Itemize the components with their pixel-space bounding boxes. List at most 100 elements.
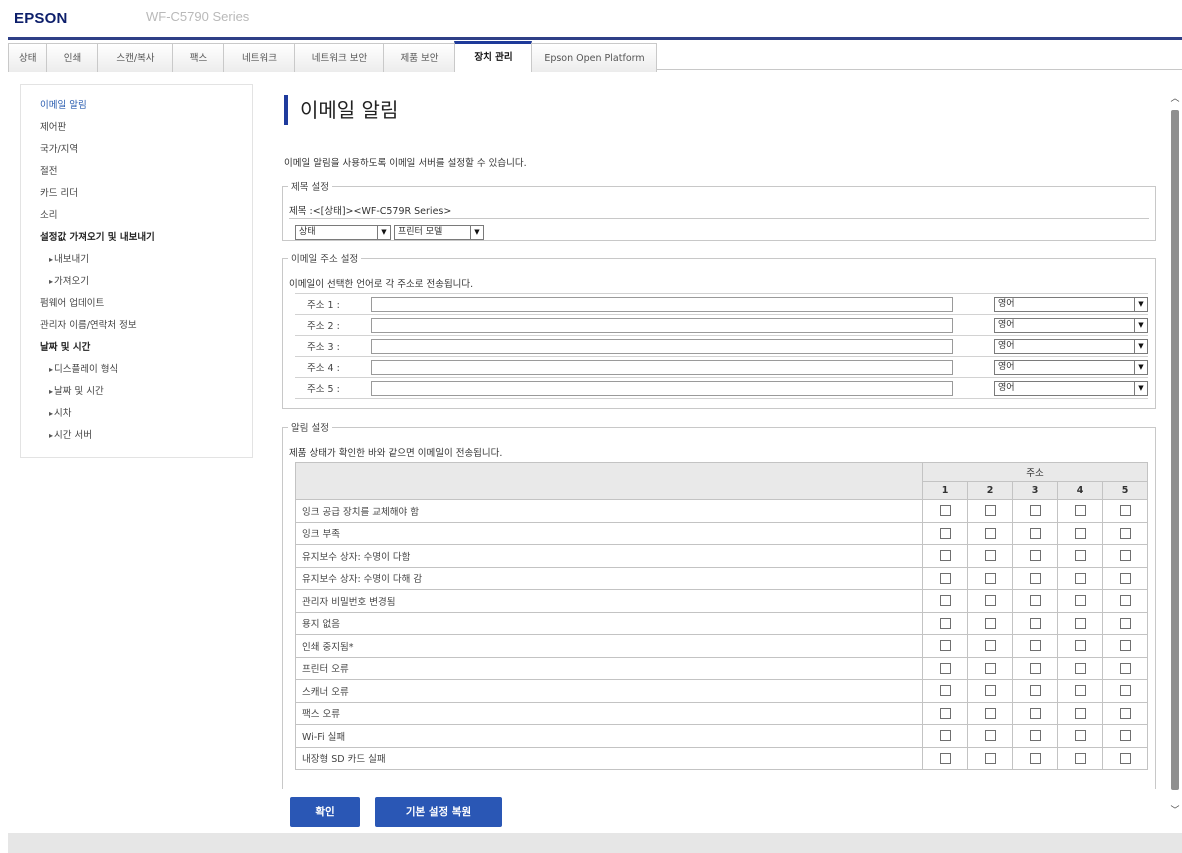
- notification-checkbox[interactable]: [939, 505, 951, 517]
- notification-checkbox[interactable]: [1119, 595, 1131, 607]
- sidebar-item-import[interactable]: 가져오기: [40, 271, 252, 293]
- sidebar-item-country-region[interactable]: 국가/지역: [40, 139, 252, 161]
- sidebar-item-admin-contact[interactable]: 관리자 이름/연락처 정보: [40, 315, 252, 337]
- tab-3[interactable]: 팩스: [172, 43, 225, 72]
- notification-checkbox[interactable]: [1074, 505, 1086, 517]
- tab-5[interactable]: 네트워크 보안: [294, 43, 385, 72]
- notification-checkbox[interactable]: [1074, 640, 1086, 652]
- notification-checkbox[interactable]: [1119, 505, 1131, 517]
- scrollbar[interactable]: ︿ ﹀: [1167, 88, 1182, 823]
- notification-checkbox[interactable]: [1029, 707, 1041, 719]
- notification-checkbox[interactable]: [1074, 707, 1086, 719]
- notification-checkbox[interactable]: [984, 527, 996, 539]
- language-select[interactable]: 영어 ▼: [994, 317, 1148, 333]
- notification-checkbox[interactable]: [1029, 640, 1041, 652]
- notification-checkbox[interactable]: [1119, 617, 1131, 629]
- notification-checkbox[interactable]: [984, 505, 996, 517]
- tab-2[interactable]: 스캔/복사: [97, 43, 174, 72]
- notification-checkbox[interactable]: [1119, 527, 1131, 539]
- notification-checkbox[interactable]: [1119, 685, 1131, 697]
- address-input[interactable]: [371, 338, 953, 354]
- notification-checkbox[interactable]: [1029, 730, 1041, 742]
- tab-4[interactable]: 네트워크: [223, 43, 296, 72]
- sidebar-item-time-difference[interactable]: 시차: [40, 403, 252, 425]
- notification-checkbox[interactable]: [984, 685, 996, 697]
- sidebar-item-power-save[interactable]: 절전: [40, 161, 252, 183]
- sidebar-item-sound[interactable]: 소리: [40, 205, 252, 227]
- notification-checkbox[interactable]: [1029, 595, 1041, 607]
- language-select[interactable]: 영어 ▼: [994, 380, 1148, 396]
- notification-checkbox[interactable]: [1074, 730, 1086, 742]
- notification-checkbox[interactable]: [1029, 617, 1041, 629]
- notification-checkbox[interactable]: [939, 752, 951, 764]
- address-input[interactable]: [371, 317, 953, 333]
- subject-select-status[interactable]: 상태 ▼: [295, 225, 391, 240]
- tab-8[interactable]: Epson Open Platform: [531, 43, 658, 72]
- notification-checkbox[interactable]: [1119, 640, 1131, 652]
- notification-checkbox[interactable]: [939, 595, 951, 607]
- notification-checkbox[interactable]: [939, 640, 951, 652]
- tab-7[interactable]: 장치 관리: [454, 41, 533, 72]
- notification-checkbox[interactable]: [939, 617, 951, 629]
- notification-checkbox[interactable]: [984, 617, 996, 629]
- address-input[interactable]: [371, 380, 953, 396]
- notification-checkbox[interactable]: [939, 707, 951, 719]
- notification-checkbox[interactable]: [1074, 595, 1086, 607]
- notification-checkbox[interactable]: [1074, 752, 1086, 764]
- notification-checkbox[interactable]: [1074, 617, 1086, 629]
- notification-checkbox[interactable]: [939, 730, 951, 742]
- notification-checkbox[interactable]: [1029, 505, 1041, 517]
- notification-checkbox[interactable]: [1074, 662, 1086, 674]
- scroll-down-icon[interactable]: ﹀: [1169, 806, 1181, 816]
- notification-checkbox[interactable]: [984, 707, 996, 719]
- notification-checkbox[interactable]: [984, 640, 996, 652]
- notification-checkbox[interactable]: [939, 572, 951, 584]
- subject-select-model[interactable]: 프린터 모델 ▼: [394, 225, 484, 240]
- notification-checkbox[interactable]: [1074, 550, 1086, 562]
- tab-6[interactable]: 제품 보안: [383, 43, 456, 72]
- sidebar-item-card-reader[interactable]: 카드 리더: [40, 183, 252, 205]
- notification-checkbox[interactable]: [1029, 572, 1041, 584]
- notification-checkbox[interactable]: [1119, 730, 1131, 742]
- notification-checkbox[interactable]: [984, 550, 996, 562]
- notification-checkbox[interactable]: [939, 662, 951, 674]
- notification-checkbox[interactable]: [1119, 572, 1131, 584]
- language-select[interactable]: 영어 ▼: [994, 359, 1148, 375]
- notification-checkbox[interactable]: [939, 550, 951, 562]
- notification-checkbox[interactable]: [984, 752, 996, 764]
- language-select[interactable]: 영어 ▼: [994, 338, 1148, 354]
- notification-checkbox[interactable]: [1029, 752, 1041, 764]
- notification-checkbox[interactable]: [1029, 685, 1041, 697]
- restore-defaults-button[interactable]: 기본 설정 복원: [375, 797, 502, 827]
- notification-checkbox[interactable]: [1029, 527, 1041, 539]
- address-input[interactable]: [371, 359, 953, 375]
- sidebar-item-export[interactable]: 내보내기: [40, 249, 252, 271]
- scrollbar-thumb[interactable]: [1171, 110, 1179, 790]
- sidebar-item-display-format[interactable]: 디스플레이 형식: [40, 359, 252, 381]
- notification-checkbox[interactable]: [1119, 550, 1131, 562]
- notification-checkbox[interactable]: [1119, 707, 1131, 719]
- notification-checkbox[interactable]: [984, 572, 996, 584]
- notification-checkbox[interactable]: [1119, 662, 1131, 674]
- language-select[interactable]: 영어 ▼: [994, 296, 1148, 312]
- sidebar-item-date-time-sub[interactable]: 날짜 및 시간: [40, 381, 252, 403]
- notification-checkbox[interactable]: [1074, 572, 1086, 584]
- tab-1[interactable]: 인쇄: [46, 43, 99, 72]
- sidebar-item-date-time[interactable]: 날짜 및 시간: [40, 337, 252, 359]
- notification-checkbox[interactable]: [984, 662, 996, 674]
- notification-checkbox[interactable]: [984, 595, 996, 607]
- tab-0[interactable]: 상태: [8, 43, 48, 72]
- sidebar-item-import-export[interactable]: 설정값 가져오기 및 내보내기: [40, 227, 252, 249]
- sidebar-item-time-server[interactable]: 시간 서버: [40, 425, 252, 447]
- scroll-up-icon[interactable]: ︿: [1169, 94, 1181, 104]
- notification-checkbox[interactable]: [1029, 550, 1041, 562]
- address-input[interactable]: [371, 296, 953, 312]
- notification-checkbox[interactable]: [939, 685, 951, 697]
- notification-checkbox[interactable]: [984, 730, 996, 742]
- sidebar-item-control-panel[interactable]: 제어판: [40, 117, 252, 139]
- notification-checkbox[interactable]: [1074, 527, 1086, 539]
- notification-checkbox[interactable]: [1119, 752, 1131, 764]
- sidebar-item-email-notification[interactable]: 이메일 알림: [40, 95, 252, 117]
- notification-checkbox[interactable]: [1074, 685, 1086, 697]
- sidebar-item-firmware-update[interactable]: 펌웨어 업데이트: [40, 293, 252, 315]
